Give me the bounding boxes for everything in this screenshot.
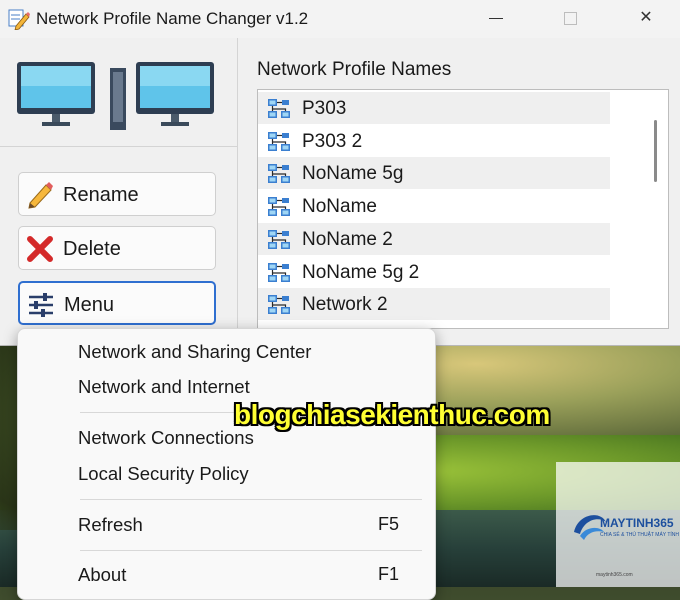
profile-name: NoName 2 — [302, 228, 393, 250]
window-title: Network Profile Name Changer v1.2 — [36, 9, 309, 28]
menu-item-about[interactable]: About — [78, 564, 126, 586]
scrollbar-thumb[interactable] — [654, 120, 657, 182]
menu-item-network-sharing-center[interactable]: Network and Sharing Center — [78, 341, 311, 363]
profile-list-heading: Network Profile Names — [257, 59, 452, 80]
context-menu: Network and Sharing Center Network and I… — [17, 328, 436, 600]
list-item[interactable]: NoName 2 — [258, 222, 610, 255]
pencil-icon — [8, 9, 30, 30]
profile-name: NoName 5g — [302, 163, 404, 185]
watermark-text: blogchiasekienthuc.com — [234, 399, 550, 430]
sliders-icon — [29, 293, 53, 317]
maytinh365-logo: MAYTINH365 CHIA SẺ & THỦ THUẬT MÁY TÍNH … — [556, 462, 680, 587]
x-icon — [27, 236, 53, 262]
profile-name: P303 2 — [302, 130, 363, 152]
delete-button[interactable]: Delete — [18, 226, 216, 270]
pane-divider-vertical — [237, 38, 238, 345]
computers-icon — [17, 62, 214, 130]
profile-name: NoName 5g 2 — [302, 261, 420, 283]
menu-item-refresh[interactable]: Refresh — [78, 514, 143, 536]
network-icon — [268, 262, 290, 282]
close-button[interactable]: ✕ — [626, 4, 666, 32]
network-icon — [268, 99, 290, 118]
maximize-button[interactable] — [550, 4, 590, 32]
profile-listbox[interactable]: P303 P303 2 NoName 5g NoName NoName 2 NoName … — [257, 89, 669, 329]
menu-button[interactable]: Menu — [18, 281, 216, 325]
list-item[interactable]: P303 2 — [258, 125, 610, 157]
list-item[interactable]: NoName 5g 2 — [258, 256, 610, 288]
menu-item-network-and-internet[interactable]: Network and Internet — [78, 376, 250, 398]
title-bar[interactable]: Network Profile Name Changer v1.2 ✕ — [0, 0, 680, 38]
menu-separator — [80, 499, 422, 500]
menu-separator — [80, 550, 422, 551]
profile-name: NoName — [302, 196, 377, 218]
pencil-icon — [28, 182, 53, 209]
network-icon — [268, 197, 290, 217]
shortcut-refresh: F5 — [378, 514, 400, 534]
logo-name: MAYTINH365 — [600, 516, 674, 530]
network-icon — [268, 295, 290, 315]
maximize-icon — [564, 12, 577, 25]
rename-button[interactable]: Rename — [18, 172, 216, 216]
list-item[interactable]: P303 — [258, 92, 610, 124]
menu-label: Menu — [64, 294, 115, 316]
minimize-icon — [489, 18, 503, 19]
profile-name: Network 2 — [302, 294, 388, 316]
network-icon — [268, 229, 290, 249]
rename-label: Rename — [63, 184, 139, 206]
list-item[interactable]: NoName — [258, 190, 610, 222]
network-icon — [268, 131, 290, 151]
shortcut-about: F1 — [378, 564, 400, 584]
list-item[interactable]: Network 2 — [258, 288, 610, 321]
minimize-button[interactable] — [476, 4, 516, 32]
menu-item-network-connections[interactable]: Network Connections — [78, 427, 254, 449]
pane-divider — [0, 146, 237, 147]
menu-item-local-security-policy[interactable]: Local Security Policy — [78, 463, 249, 485]
app-window: Network Profile Name Changer v1.2 ✕ Rena… — [0, 0, 680, 346]
logo-tagline: CHIA SẺ & THỦ THUẬT MÁY TÍNH — [600, 532, 679, 538]
delete-label: Delete — [63, 238, 121, 260]
logo-footer: maytinh365.com — [596, 572, 633, 578]
profile-name: P303 — [302, 98, 347, 119]
list-item[interactable]: NoName 5g — [258, 157, 610, 190]
network-icon — [268, 164, 290, 184]
